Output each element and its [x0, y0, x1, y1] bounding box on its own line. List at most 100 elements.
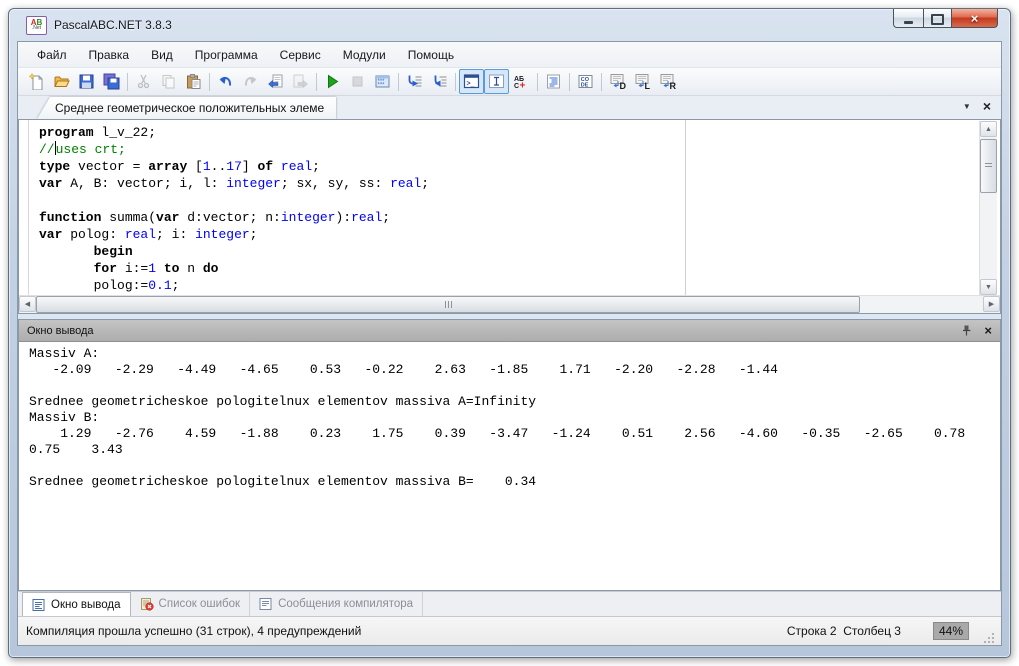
output-panel-title: Окно вывода	[27, 325, 961, 337]
editor-divider	[685, 120, 686, 296]
paste-button[interactable]	[181, 69, 206, 94]
outdent-button[interactable]	[427, 69, 452, 94]
nav-back-button[interactable]	[263, 69, 288, 94]
tab-output-window[interactable]: Окно вывода	[22, 592, 131, 616]
desktop: AB .Net PascalABC.NET 3.8.3 × Файл Правк…	[0, 0, 1019, 666]
snippet-l-icon: L	[634, 73, 652, 90]
paste-icon	[185, 73, 202, 90]
toolbar-separator	[569, 73, 570, 91]
toolbar-separator	[601, 73, 602, 91]
open-folder-icon	[53, 73, 70, 90]
scroll-up-button[interactable]: ▲	[980, 121, 997, 137]
error-list-icon	[140, 597, 154, 611]
code-line: for i:=1 to n do	[39, 260, 980, 277]
insert-snippet-r-button[interactable]: R	[655, 69, 680, 94]
menu-item-help[interactable]: Помощь	[397, 45, 465, 65]
insert-snippet-d-button[interactable]: D	[605, 69, 630, 94]
code-completion-button[interactable]: АБС+	[509, 69, 534, 94]
tab-error-list[interactable]: Список ошибок	[131, 592, 251, 616]
output-line: Srednee geometricheskoe pologitelnux ele…	[29, 394, 1000, 410]
stop-button[interactable]	[345, 69, 370, 94]
title-bar[interactable]: AB .Net PascalABC.NET 3.8.3 ×	[9, 9, 1010, 41]
editor-vertical-scrollbar[interactable]: ▲ ▼	[979, 121, 997, 295]
snippet-r-icon: R	[659, 73, 677, 90]
tab-list-dropdown-button[interactable]: ▼	[963, 102, 971, 111]
code-area[interactable]: program l_v_22;//uses crt;type vector = …	[19, 120, 980, 296]
cut-icon	[135, 73, 152, 90]
save-all-button[interactable]	[99, 69, 124, 94]
zoom-badge[interactable]: 44%	[933, 622, 969, 640]
vertical-scroll-thumb[interactable]	[980, 139, 997, 193]
menu-item-program[interactable]: Программа	[184, 45, 269, 65]
menu-item-file[interactable]: Файл	[26, 45, 78, 65]
insert-snippet-l-button[interactable]: L	[630, 69, 655, 94]
svg-text:L: L	[644, 81, 650, 90]
svg-text:>_: >_	[467, 81, 475, 88]
output-line: Srednee geometricheskoe pologitelnux ele…	[29, 474, 1000, 490]
menu-item-modules[interactable]: Модули	[332, 45, 397, 65]
toolbar-separator	[316, 73, 317, 91]
app-icon: AB .Net	[26, 16, 47, 35]
output-header-controls: ×	[961, 324, 992, 337]
tabstrip-controls: ▼ ×	[963, 100, 991, 112]
nav-forward-button[interactable]	[288, 69, 313, 94]
menu-item-edit[interactable]: Правка	[78, 45, 141, 65]
stop-icon	[349, 73, 366, 90]
run-button[interactable]	[320, 69, 345, 94]
scroll-left-button[interactable]: ◀	[19, 296, 36, 312]
code-icon: CODE	[577, 73, 594, 90]
cut-button[interactable]	[131, 69, 156, 94]
editor-panel: program l_v_22;//uses crt;type vector = …	[18, 119, 1001, 314]
scroll-down-button[interactable]: ▼	[980, 279, 997, 295]
save-button[interactable]	[74, 69, 99, 94]
console-window-icon: >_	[463, 73, 480, 90]
undo-icon	[217, 73, 234, 90]
code-line: type vector = array [1..17] of real;	[39, 158, 980, 175]
maximize-button[interactable]	[923, 9, 952, 28]
output-line: Massiv A:	[29, 346, 1000, 362]
close-button[interactable]: ×	[952, 9, 998, 28]
copy-icon	[160, 73, 177, 90]
pin-icon[interactable]	[961, 324, 972, 337]
minimize-icon	[904, 21, 913, 24]
tab-output-label: Окно вывода	[51, 599, 121, 611]
bottom-tab-bar: Окно вывода Список ошибок Сообщения комп…	[18, 591, 1001, 616]
copy-button[interactable]	[156, 69, 181, 94]
horizontal-scroll-thumb[interactable]	[36, 296, 860, 313]
output-body[interactable]: Massiv A: -2.09 -2.29 -4.49 -4.65 0.53 -…	[19, 342, 1000, 590]
tab-compiler-messages[interactable]: Сообщения компилятора	[250, 592, 423, 616]
toolbar-separator	[127, 73, 128, 91]
svg-text:D: D	[619, 81, 626, 90]
code-line: var polog: real; i: integer;	[39, 226, 980, 243]
output-window-toggle-button[interactable]: >_	[459, 69, 484, 94]
resize-grip[interactable]	[983, 631, 995, 643]
toolbar: ****** >_ АБС+ CODE D L R	[18, 68, 1001, 96]
save-icon	[78, 73, 95, 90]
text-mode-toggle-button[interactable]	[484, 69, 509, 94]
menu-item-service[interactable]: Сервис	[269, 45, 332, 65]
editor-horizontal-scrollbar[interactable]: ◀ ▶	[19, 295, 1000, 313]
minimize-button[interactable]	[893, 9, 923, 28]
menu-item-view[interactable]: Вид	[140, 45, 184, 65]
redo-button[interactable]	[238, 69, 263, 94]
redo-icon	[242, 73, 259, 90]
output-line: 1.29 -2.76 4.59 -1.88 0.23 1.75 0.39 -3.…	[29, 426, 1000, 442]
close-output-button[interactable]: ×	[984, 325, 992, 336]
new-file-button[interactable]	[24, 69, 49, 94]
indent-button[interactable]	[402, 69, 427, 94]
close-tab-button[interactable]: ×	[983, 100, 991, 112]
scroll-right-button[interactable]: ▶	[983, 296, 1000, 312]
nav-back-icon	[267, 73, 284, 90]
build-button[interactable]: ******	[370, 69, 395, 94]
svg-text:R: R	[669, 81, 676, 90]
open-file-button[interactable]	[49, 69, 74, 94]
editor-tab[interactable]: Среднее геометрическое положительных эле…	[37, 97, 336, 119]
output-line	[29, 458, 1000, 474]
text-cursor-icon	[488, 73, 505, 90]
toolbar-separator	[209, 73, 210, 91]
code-templates-button[interactable]: CODE	[573, 69, 598, 94]
undo-button[interactable]	[213, 69, 238, 94]
status-message: Компиляция прошла успешно (31 строк), 4 …	[26, 624, 787, 638]
format-document-button[interactable]	[541, 69, 566, 94]
save-all-icon	[103, 73, 120, 90]
